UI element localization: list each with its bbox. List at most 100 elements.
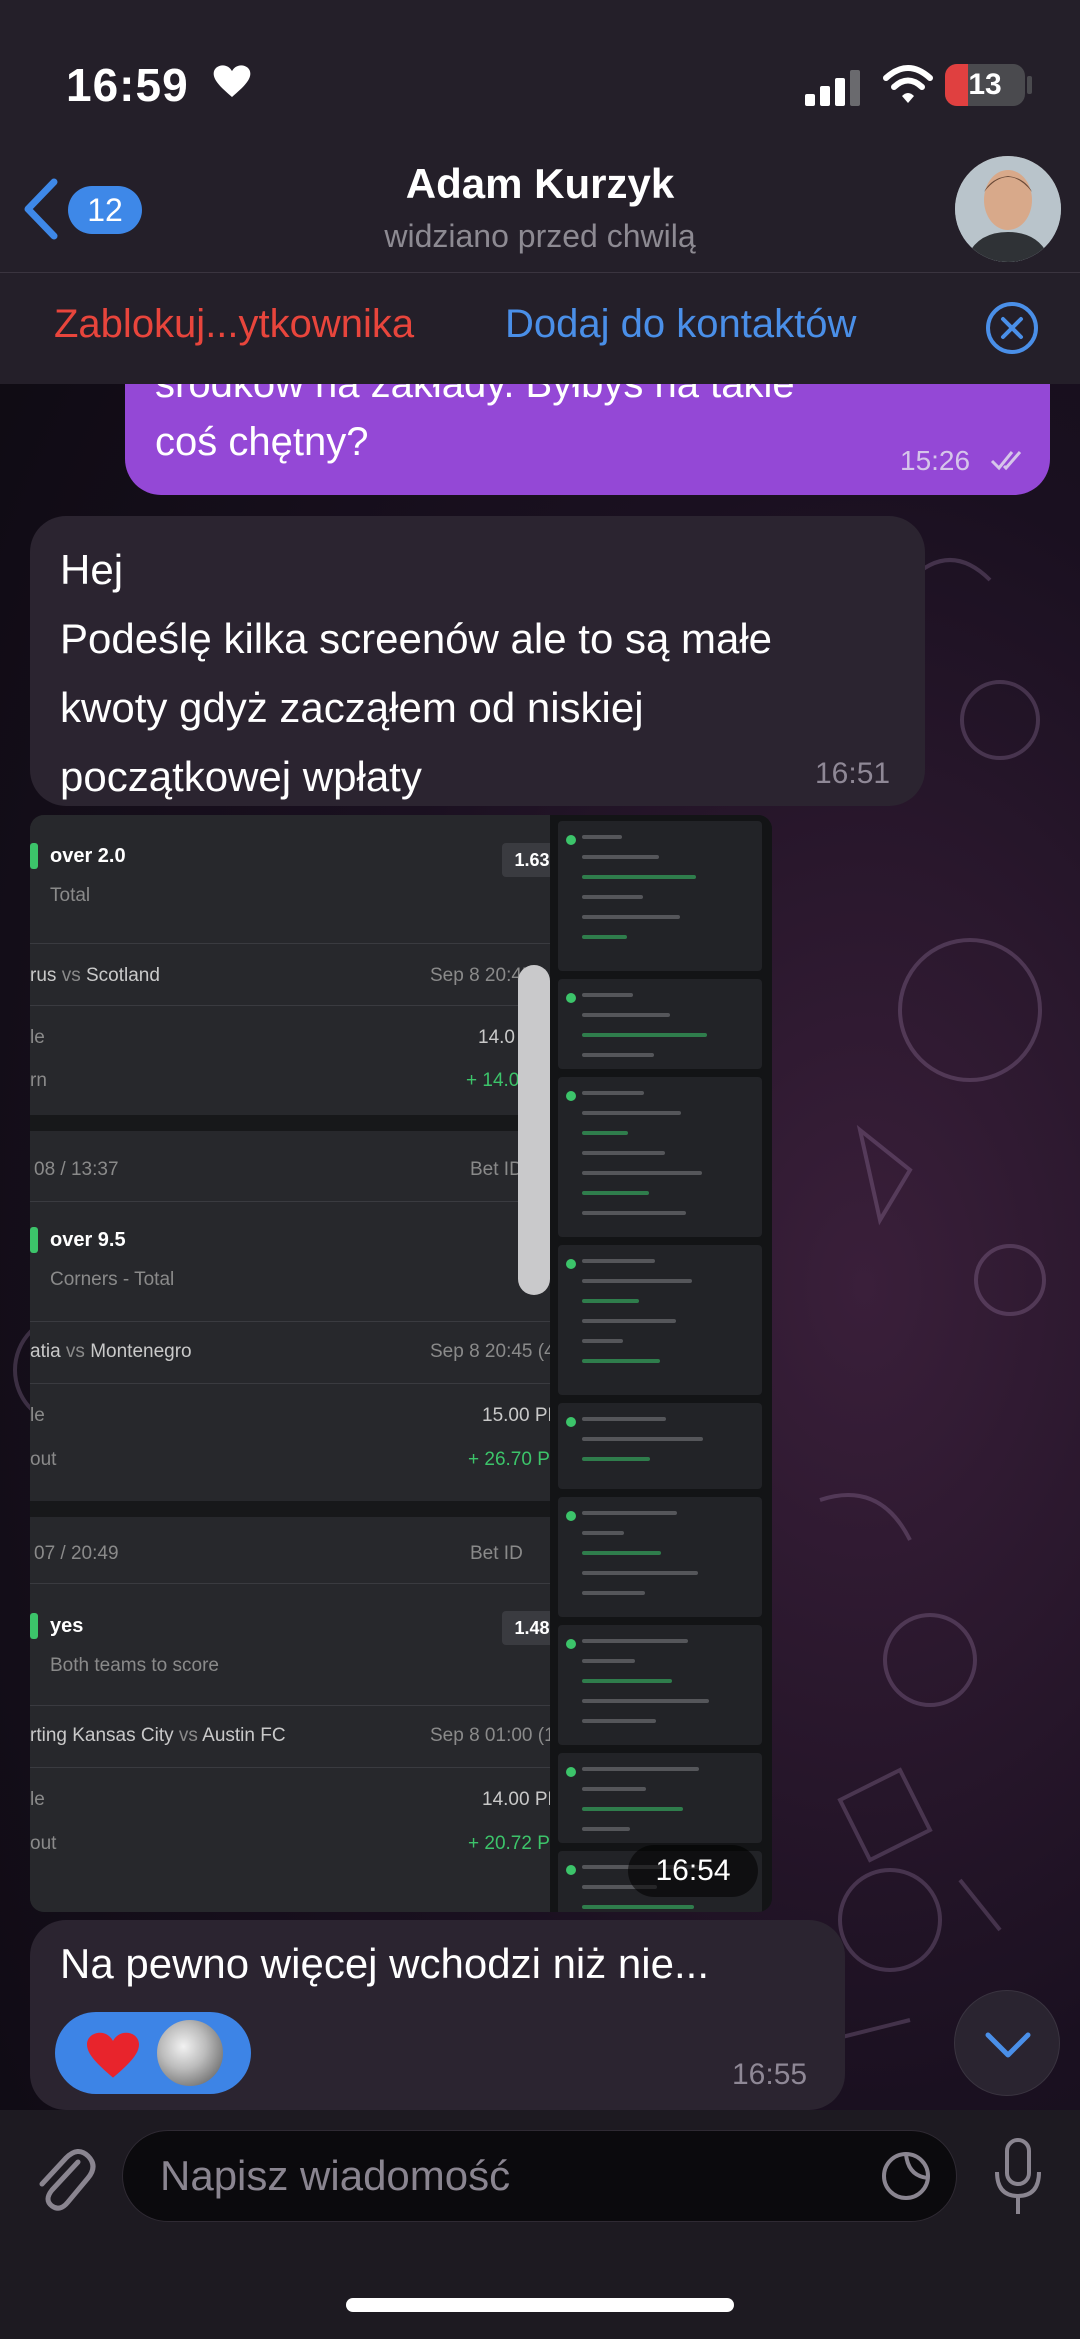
bet-screenshot-right — [550, 815, 772, 1912]
add-contact-button[interactable]: Dodaj do kontaktów — [505, 302, 856, 347]
microphone-icon[interactable] — [990, 2136, 1046, 2220]
mini-text-line — [582, 935, 627, 939]
mini-text-line — [582, 895, 643, 899]
mini-text-line — [582, 875, 696, 879]
stake-label: le — [30, 1789, 45, 1810]
bet-vs: vs — [65, 1341, 85, 1362]
bet-card: 07 / 20:49 Bet ID yes Both teams to scor… — [30, 1517, 562, 1912]
incoming-message-text: Hej Podeślę kilka screenów ale to są mał… — [60, 546, 773, 800]
contact-last-seen: widziano przed chwilą — [384, 218, 696, 254]
battery-level: 13 — [968, 68, 1002, 101]
home-indicator — [346, 2298, 734, 2312]
contact-name[interactable]: Adam Kurzyk — [0, 160, 1080, 208]
mini-text-line — [582, 1905, 694, 1909]
win-marker — [566, 1639, 576, 1649]
bet-match: atia vs Montenegro — [30, 1341, 192, 1363]
bet-stake: 15.00 PL — [482, 1405, 559, 1426]
wifi-icon — [883, 65, 933, 103]
win-marker — [30, 843, 38, 869]
mini-text-line — [582, 1827, 630, 1831]
mini-bet-card — [558, 1753, 762, 1843]
paperclip-icon[interactable] — [28, 2140, 98, 2220]
mini-bet-card — [558, 979, 762, 1069]
incoming-message-time: 16:51 — [815, 757, 891, 790]
mini-text-line — [582, 1699, 709, 1703]
mini-text-line — [582, 1091, 644, 1095]
bet-card: 08 / 13:37 Bet ID over 9.5 Corners - Tot… — [30, 1131, 560, 1501]
reactor-avatar — [155, 2018, 225, 2088]
bet-date: Sep 8 20:45 (4: — [430, 1341, 560, 1362]
message-input-placeholder: Napisz wiadomość — [160, 2152, 511, 2199]
bet-market: Corners - Total — [50, 1269, 175, 1290]
mini-text-line — [582, 1457, 650, 1461]
image-message[interactable]: over 2.0 Total 1.63 rus vs Scotland Sep … — [30, 815, 772, 1912]
bet-team-a: atia — [30, 1341, 61, 1362]
bet-market: Total — [50, 885, 91, 906]
bet-match: rus vs Scotland — [30, 965, 160, 987]
mini-bet-card — [558, 1497, 762, 1617]
mini-text-line — [582, 1319, 676, 1323]
win-marker — [566, 993, 576, 1003]
bet-card: over 2.0 Total 1.63 rus vs Scotland Sep … — [30, 815, 562, 1115]
mini-text-line — [582, 1359, 660, 1363]
scroll-down-button[interactable] — [954, 1990, 1060, 2096]
chevron-down-icon — [985, 2032, 1031, 2058]
bet-team-b: Austin FC — [202, 1725, 286, 1746]
stake-label: le — [30, 1405, 45, 1426]
divider — [30, 1005, 550, 1006]
bet-vs: vs — [178, 1725, 198, 1746]
mini-text-line — [582, 1659, 635, 1663]
separator — [30, 1501, 550, 1517]
mini-bet-card — [558, 1625, 762, 1745]
mini-text-line — [582, 1639, 688, 1643]
mini-text-line — [582, 1417, 666, 1421]
status-bar: 16:59 13 — [0, 0, 1080, 150]
win-marker — [566, 835, 576, 845]
bet-vs: vs — [61, 965, 81, 986]
bet-payout: + 14.0 — [466, 1070, 520, 1091]
battery-indicator: 13 — [945, 64, 1025, 106]
mini-text-line — [582, 1339, 623, 1343]
mini-text-line — [582, 1787, 646, 1791]
bet-screenshot-left: over 2.0 Total 1.63 rus vs Scotland Sep … — [30, 815, 562, 1912]
divider — [30, 1201, 550, 1202]
mini-bet-card — [558, 1403, 762, 1489]
mini-text-line — [582, 1211, 686, 1215]
win-marker — [566, 1767, 576, 1777]
mini-text-line — [582, 1013, 670, 1017]
mini-text-line — [582, 1679, 672, 1683]
bet-stake: 14.00 PL — [482, 1789, 559, 1810]
win-marker — [566, 1091, 576, 1101]
mini-text-line — [582, 1111, 681, 1115]
mini-text-line — [582, 835, 622, 839]
win-marker — [30, 1613, 38, 1639]
mini-text-line — [582, 1279, 692, 1283]
outgoing-message-time: 15:26 — [900, 445, 971, 476]
mini-text-line — [582, 1719, 656, 1723]
stake-label: le — [30, 1027, 45, 1048]
bet-id: Bet ID — [470, 1543, 523, 1564]
sticker-icon[interactable] — [878, 2148, 934, 2204]
avatar-portrait — [955, 156, 1061, 262]
mini-text-line — [582, 1767, 699, 1771]
mini-text-line — [582, 915, 680, 919]
bet-header-date: 08 / 13:37 — [34, 1159, 119, 1180]
divider — [30, 1583, 550, 1584]
close-circle-icon[interactable] — [984, 300, 1040, 356]
mini-bet-card — [558, 821, 762, 971]
bet-payout: + 26.70 PL — [468, 1449, 561, 1470]
image-message-time: 16:54 — [628, 1845, 758, 1897]
bet-date: Sep 8 01:00 (1: — [430, 1725, 560, 1746]
mini-text-line — [582, 993, 633, 997]
payout-label: out — [30, 1449, 57, 1470]
bet-team-a: rus — [30, 965, 57, 986]
block-user-button[interactable]: Zablokuj...ytkownika — [54, 302, 414, 347]
mini-text-line — [582, 855, 659, 859]
win-marker — [566, 1417, 576, 1427]
bet-stake: 14.0 — [478, 1027, 515, 1048]
payout-label: rn — [30, 1070, 47, 1091]
contact-avatar[interactable] — [955, 156, 1061, 262]
divider — [30, 1767, 550, 1768]
divider — [30, 1705, 550, 1706]
bet-team-b: Scotland — [85, 965, 160, 986]
